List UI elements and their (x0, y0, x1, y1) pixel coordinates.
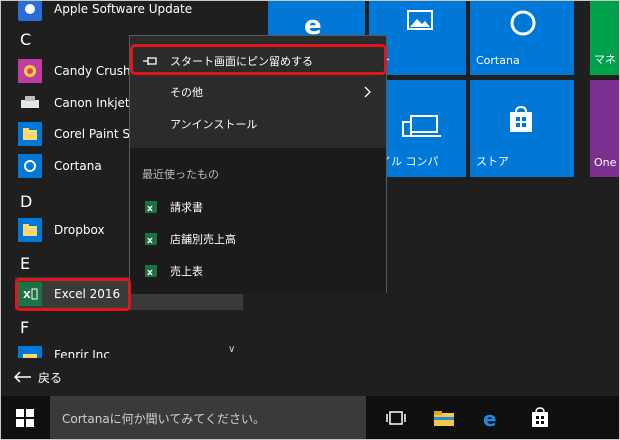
excel-file-icon: x (145, 265, 157, 278)
highlight-pin-to-start (130, 44, 387, 75)
start-button[interactable] (0, 396, 50, 440)
chevron-down-icon[interactable]: ∨ (228, 344, 235, 355)
edge-icon: e (304, 11, 322, 38)
taskbar: Cortanaに何か聞いてみてください。 e (0, 396, 620, 440)
back-label: 戻る (38, 370, 63, 385)
tile-cortana[interactable]: Cortana (470, 0, 574, 75)
store-button[interactable] (526, 404, 554, 432)
store-bag-icon (532, 407, 548, 427)
cortana-icon (18, 154, 42, 178)
search-placeholder: Cortanaに何か聞いてみてください。 (62, 411, 265, 426)
tile-label: One (594, 156, 617, 169)
app-item-apple-software-update[interactable]: Apple Software Update (0, 0, 268, 24)
svg-text:x: x (147, 268, 153, 278)
recent-item[interactable]: x 請求書 (130, 192, 386, 222)
store-bag-icon (510, 106, 532, 132)
folder-icon (18, 346, 42, 358)
highlight-excel (15, 278, 131, 311)
app-label: Cortana (54, 159, 102, 173)
file-explorer-button[interactable] (430, 404, 458, 432)
menu-item-label: アンインストール (170, 118, 258, 131)
app-label: Canon Inkjet P (54, 96, 141, 110)
apple-update-icon (18, 0, 42, 21)
cortana-icon (510, 10, 536, 36)
svg-text:x: x (147, 204, 153, 214)
recent-item-label: 店舗別売上高 (170, 233, 236, 246)
tile-money[interactable]: マネ (590, 0, 620, 75)
group-letter-f[interactable]: F (20, 318, 29, 337)
group-letter-d[interactable]: D (20, 192, 32, 211)
edge-button[interactable]: e (478, 404, 506, 432)
recent-list: 最近使ったもの x 請求書 x 店舗別売上高 x 売上表 (130, 148, 386, 294)
folder-icon (434, 411, 454, 426)
photo-icon (407, 10, 433, 30)
task-view-button[interactable] (382, 404, 410, 432)
windows-logo-icon (16, 409, 34, 427)
task-view-icon (386, 411, 406, 425)
chevron-right-icon (364, 86, 371, 98)
recent-item[interactable]: x 店舗別売上高 (130, 224, 386, 254)
svg-text:e: e (483, 407, 497, 429)
svg-text:x: x (147, 236, 153, 246)
tile-label: マネ (594, 53, 616, 66)
group-letter-e[interactable]: E (20, 254, 30, 273)
candy-crush-icon (18, 59, 42, 83)
cortana-search-box[interactable]: Cortanaに何か聞いてみてください。 (50, 396, 366, 440)
phone-laptop-icon (402, 115, 441, 137)
tile-store[interactable]: ストア (470, 80, 574, 177)
excel-file-icon: x (145, 233, 157, 246)
folder-icon (18, 122, 42, 146)
tile-label: Cortana (476, 54, 520, 67)
back-link[interactable]: 戻る (14, 366, 62, 388)
app-item-fenrir[interactable]: Fenrir Inc ∨ (0, 342, 268, 358)
printer-icon (18, 91, 42, 115)
edge-icon: e (483, 407, 497, 429)
tile-onenote[interactable]: One (590, 80, 620, 177)
app-label: Fenrir Inc (54, 348, 110, 358)
app-label: Dropbox (54, 223, 105, 237)
menu-item-more[interactable]: その他 (130, 77, 386, 107)
group-letter-c[interactable]: C (20, 30, 31, 49)
menu-item-label: その他 (170, 86, 203, 99)
back-arrow-icon (14, 371, 31, 383)
recent-item-label: 請求書 (170, 201, 203, 214)
menu-item-uninstall[interactable]: アンインストール (130, 109, 386, 139)
svg-text:e: e (304, 11, 322, 38)
excel-file-icon: x (145, 201, 157, 214)
app-label: Apple Software Update (54, 2, 193, 16)
tile-label: ストア (476, 155, 509, 168)
folder-icon (18, 218, 42, 242)
recent-header: 最近使ったもの (142, 168, 219, 181)
recent-item-label: 売上表 (170, 265, 203, 278)
